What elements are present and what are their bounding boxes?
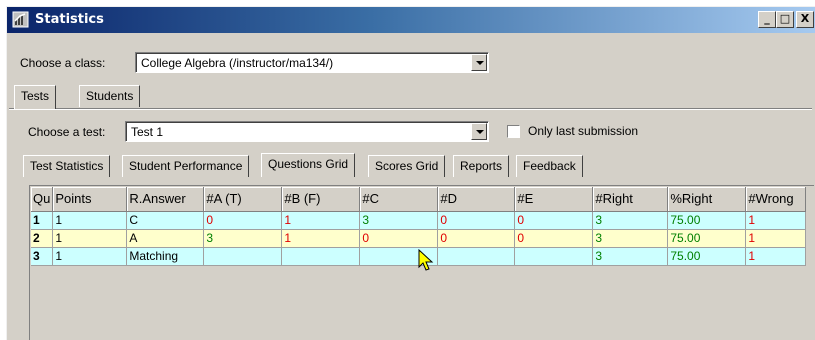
column-header-b-f[interactable]: #B (F): [281, 187, 361, 212]
cell-right: 3: [592, 211, 669, 230]
cell-count-d: [437, 247, 516, 266]
cell-question: 2: [31, 229, 54, 248]
cell-count-c: 0: [359, 229, 439, 248]
column-header-e[interactable]: #E: [514, 187, 594, 212]
cell-right: 3: [592, 229, 669, 248]
column-header-points[interactable]: Points: [52, 187, 128, 212]
cell-wrong: 1: [745, 211, 807, 230]
cell-right: 3: [592, 247, 669, 266]
cell-points: 1: [52, 229, 128, 248]
table-row[interactable]: 1 1 C 0 1 3 0 0 3 75.00 1: [31, 211, 807, 230]
test-select-value: Test 1: [131, 125, 164, 139]
cell-pct-right: 75.00: [667, 247, 747, 266]
cell-count-d: 0: [437, 211, 516, 230]
cell-count-b: 1: [281, 211, 361, 230]
close-button[interactable]: X: [796, 11, 814, 28]
table-row[interactable]: 2 1 A 3 1 0 0 0 3 75.00 1: [31, 229, 807, 248]
tab-reports[interactable]: Reports: [453, 155, 510, 177]
cell-points: 1: [52, 247, 128, 266]
cell-right-answer: Matching: [126, 247, 205, 266]
minimize-button[interactable]: _: [758, 11, 776, 28]
chevron-down-icon[interactable]: [471, 123, 487, 140]
test-label: Choose a test:: [28, 125, 106, 139]
cell-count-c: 3: [359, 211, 439, 230]
column-header-right[interactable]: #Right: [592, 187, 669, 212]
column-header-c[interactable]: #C: [359, 187, 439, 212]
tabs-divider: [9, 108, 812, 110]
statistics-window: Statistics _ □ X Choose a class: College…: [6, 6, 815, 340]
class-label: Choose a class:: [20, 56, 106, 70]
cell-count-b: [281, 247, 361, 266]
tab-test-statistics[interactable]: Test Statistics: [23, 155, 111, 177]
cell-pct-right: 75.00: [667, 211, 747, 230]
tab-students[interactable]: Students: [79, 85, 141, 107]
maximize-button[interactable]: □: [776, 11, 794, 28]
cell-wrong: 1: [745, 229, 807, 248]
cell-right-answer: C: [126, 211, 205, 230]
class-select-value: College Algebra (/instructor/ma134/): [141, 56, 334, 70]
tab-scores-grid[interactable]: Scores Grid: [368, 155, 446, 177]
chart-icon: [12, 11, 29, 28]
only-last-submission-checkbox[interactable]: [507, 125, 520, 138]
cell-pct-right: 75.00: [667, 229, 747, 248]
table-header: Qu Points R.Answer #A (T) #B (F) #C #D #…: [31, 187, 807, 212]
cell-wrong: 1: [745, 247, 807, 266]
cell-count-e: 0: [514, 229, 594, 248]
cell-count-d: 0: [437, 229, 516, 248]
tab-questions-grid[interactable]: Questions Grid: [261, 153, 356, 177]
mouse-pointer-icon: [418, 249, 434, 271]
class-select[interactable]: College Algebra (/instructor/ma134/): [135, 52, 489, 73]
test-select[interactable]: Test 1: [125, 121, 489, 142]
cell-count-e: 0: [514, 211, 594, 230]
tab-tests[interactable]: Tests: [14, 85, 57, 109]
tab-feedback[interactable]: Feedback: [516, 155, 583, 177]
cell-count-b: 1: [281, 229, 361, 248]
column-header-r-answer[interactable]: R.Answer: [126, 187, 205, 212]
cell-count-a: 3: [203, 229, 283, 248]
cell-count-a: [203, 247, 283, 266]
title-bar[interactable]: Statistics _ □ X: [7, 7, 815, 33]
column-header-a-t[interactable]: #A (T): [203, 187, 283, 212]
cell-question: 1: [31, 211, 54, 230]
chevron-down-icon[interactable]: [471, 54, 487, 71]
only-last-submission-label: Only last submission: [528, 124, 639, 138]
cell-count-a: 0: [203, 211, 283, 230]
column-header-d[interactable]: #D: [437, 187, 516, 212]
window-title: Statistics: [35, 12, 104, 27]
column-header-qu[interactable]: Qu: [31, 187, 54, 212]
column-header-pct-right[interactable]: %Right: [667, 187, 747, 212]
cell-right-answer: A: [126, 229, 205, 248]
cell-points: 1: [52, 211, 128, 230]
cell-question: 3: [31, 247, 54, 266]
column-header-wrong[interactable]: #Wrong: [745, 187, 807, 212]
tab-student-performance[interactable]: Student Performance: [122, 155, 250, 177]
cell-count-e: [514, 247, 594, 266]
